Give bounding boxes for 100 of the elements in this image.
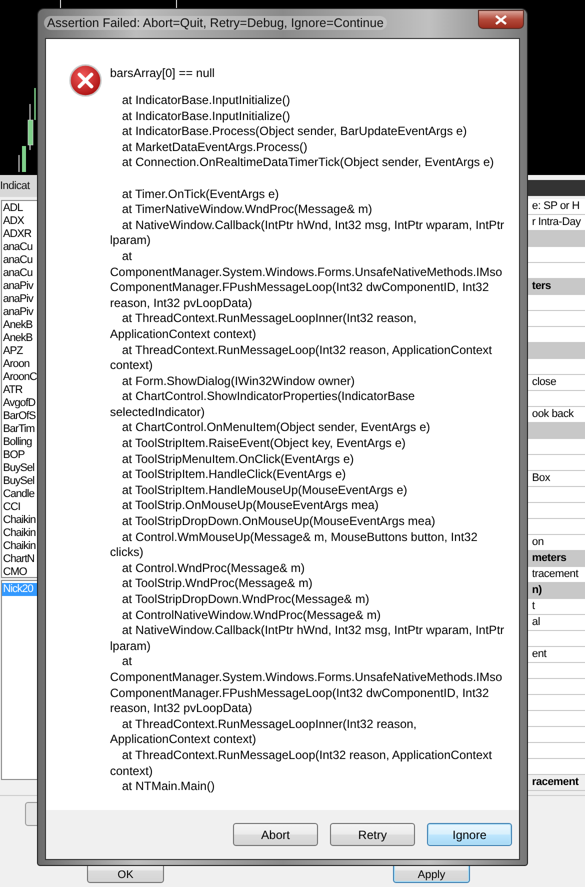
stack-frame: at ChartControl.ShowIndicatorProperties(IndicatorBase selectedIndicator)	[110, 389, 505, 420]
property-row	[525, 439, 585, 455]
list-item[interactable]: Bolling	[2, 436, 37, 449]
window-title: Assertion Failed: Abort=Quit, Retry=Debug, Ignore=Continue	[44, 16, 387, 30]
list-item[interactable]: AroonC	[2, 371, 37, 384]
stack-frame: at ThreadContext.RunMessageLoopInner(Int32 reason, ApplicationContext context)	[110, 716, 505, 748]
stack-frame: at ThreadContext.RunMessageLoop(Int32 reason, ApplicationContext context)	[110, 748, 505, 780]
property-row	[525, 231, 585, 247]
stack-frame: at Form.ShowDialog(IWin32Window owner)	[110, 374, 505, 390]
stack-frame: at Timer.OnTick(EventArgs e)	[110, 186, 505, 202]
property-row	[525, 679, 585, 695]
dialog-button[interactable]: Retry	[330, 823, 415, 846]
property-row	[525, 487, 585, 503]
property-row	[525, 711, 585, 727]
property-row: tracement	[525, 567, 585, 583]
property-row	[525, 663, 585, 679]
list-item[interactable]: AvgofD	[2, 397, 37, 410]
property-row	[525, 391, 585, 407]
list-item[interactable]: AnekB	[2, 332, 37, 345]
list-item[interactable]: CMO	[2, 566, 37, 579]
list-item[interactable]: APZ	[2, 345, 37, 358]
list-item[interactable]: BuySel	[2, 475, 37, 488]
stack-frame: at ToolStrip.OnMouseUp(MouseEventArgs mea)	[110, 498, 505, 514]
close-button[interactable]	[478, 10, 524, 29]
property-row: t	[525, 599, 585, 615]
dialog-button[interactable]: Ignore	[427, 823, 512, 846]
list-item[interactable]: BarOfS	[2, 410, 37, 423]
list-item[interactable]: BarTim	[2, 423, 37, 436]
dialog-button[interactable]: Abort	[233, 823, 318, 846]
list-item[interactable]: BuySel	[2, 462, 37, 475]
stack-frame: at ThreadContext.RunMessageLoop(Int32 reason, ApplicationContext context)	[110, 342, 505, 374]
list-item[interactable]: Chaikin	[2, 514, 37, 527]
property-row: e: SP or H	[525, 199, 585, 215]
stack-frame: at Control.WmMouseUp(Message& m, MouseButtons button, Int32 clicks)	[110, 530, 505, 561]
list-item[interactable]: anaPiv	[2, 306, 37, 319]
property-row: meters	[525, 551, 585, 567]
stack-frame: at ThreadContext.RunMessageLoopInner(Int32 reason, ApplicationContext context)	[110, 311, 505, 342]
property-row: ent	[525, 647, 585, 663]
property-row: al	[525, 615, 585, 631]
stack-frame: at IndicatorBase.InputInitialize()	[110, 108, 505, 124]
property-row: r Intra-Day	[525, 215, 585, 231]
property-row	[525, 359, 585, 375]
property-row: Box	[525, 471, 585, 487]
stack-frame: at ComponentManager.System.Windows.Forms.UnsafeNativeMethods.IMsoComponentManager.FPushMessageLoop(Int32 dwComponentID, Int32 reason, Int32 pvLoopData)	[110, 654, 505, 717]
stack-frame: at ControlNativeWindow.WndProc(Message& m)	[110, 608, 505, 624]
property-row	[525, 295, 585, 311]
property-row	[525, 503, 585, 519]
stack-frame: at ToolStripItem.RaiseEvent(Object key, EventArgs e)	[110, 436, 505, 452]
property-row	[525, 519, 585, 535]
list-item[interactable]: Candle	[2, 488, 37, 501]
property-row	[525, 695, 585, 711]
list-item[interactable]: anaPiv	[2, 293, 37, 306]
property-row: racement	[525, 775, 585, 791]
property-row	[525, 727, 585, 743]
stack-frame: at ToolStrip.WndProc(Message& m)	[110, 576, 505, 592]
stack-frame: at ToolStripDropDown.OnMouseUp(MouseEventArgs mea)	[110, 514, 505, 530]
property-row	[525, 263, 585, 279]
list-item[interactable]: Chaikin	[2, 540, 37, 553]
list-item[interactable]: ADL	[2, 202, 37, 215]
list-item[interactable]: ChartN	[2, 553, 37, 566]
list-item[interactable]: AnekB	[2, 319, 37, 332]
stack-frame: at ToolStripDropDown.WndProc(Message& m)	[110, 592, 505, 608]
error-icon	[69, 64, 102, 97]
property-row	[525, 743, 585, 759]
list-item[interactable]: Aroon	[2, 358, 37, 371]
list-item[interactable]: CCI	[2, 501, 37, 514]
property-row	[525, 311, 585, 327]
property-row: n)	[525, 583, 585, 599]
property-row: on	[525, 535, 585, 551]
list-item[interactable]: anaCu	[2, 267, 37, 280]
stack-frame: at ComponentManager.System.Windows.Forms.UnsafeNativeMethods.IMsoComponentManager.FPushMessageLoop(Int32 dwComponentID, Int32 reason, Int32 pvLoopData)	[110, 248, 505, 312]
stack-frame: at MarketDataEventArgs.Process()	[110, 140, 505, 156]
list-item[interactable]: BOP	[2, 449, 37, 462]
list-item[interactable]: ADX	[2, 215, 37, 228]
property-row	[525, 343, 585, 359]
property-row: close	[525, 375, 585, 391]
stack-frame: at TimerNativeWindow.WndProc(Message& m)	[110, 202, 505, 218]
property-row: ters	[525, 279, 585, 295]
stack-frame: at ChartControl.OnMenuItem(Object sender, EventArgs e)	[110, 420, 505, 436]
stack-frame: at IndicatorBase.InputInitialize()	[110, 93, 505, 109]
stack-frame: at NTMain.Main()	[110, 779, 505, 795]
list-item[interactable]: ADXR	[2, 228, 37, 241]
stack-frame: at Connection.OnRealtimeDataTimerTick(Object sender, EventArgs e)	[110, 155, 505, 171]
stack-frame: at ToolStripItem.HandleClick(EventArgs e)	[110, 467, 505, 483]
stack-frame: at NativeWindow.Callback(IntPtr hWnd, Int32 msg, IntPtr wparam, IntPtr lparam)	[110, 623, 505, 654]
property-row	[525, 247, 585, 263]
property-row	[525, 455, 585, 471]
error-message: barsArray[0] == null	[110, 65, 216, 81]
stack-frame: at Control.WndProc(Message& m)	[110, 560, 505, 576]
property-row	[525, 423, 585, 439]
list-item[interactable]: anaPiv	[2, 280, 37, 293]
panel-header	[525, 180, 585, 196]
list-item[interactable]: Chaikin	[2, 527, 37, 540]
list-item[interactable]: anaCu	[2, 254, 37, 267]
property-row	[525, 327, 585, 343]
stack-frame: at IndicatorBase.Process(Object sender, BarUpdateEventArgs e)	[110, 124, 505, 140]
property-row: ook back	[525, 407, 585, 423]
list-item[interactable]: ATR	[2, 384, 37, 397]
stack-frame: at NativeWindow.Callback(IntPtr hWnd, Int32 msg, IntPtr wparam, IntPtr lparam)	[110, 218, 505, 249]
list-item[interactable]: anaCu	[2, 241, 37, 254]
